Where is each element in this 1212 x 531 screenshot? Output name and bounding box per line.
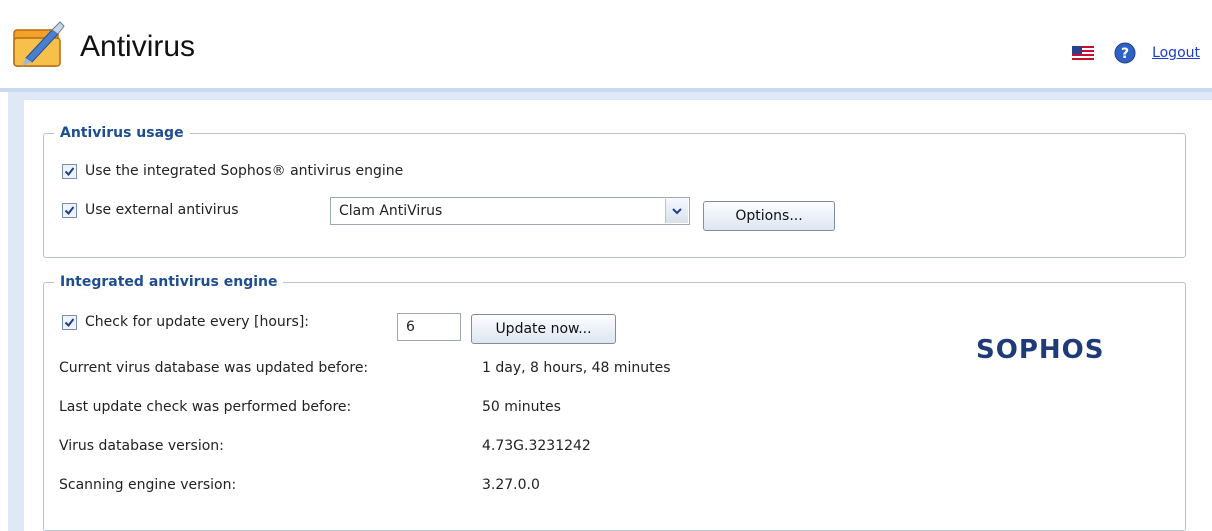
external-antivirus-selected: Clam AntiVirus [339, 203, 443, 219]
external-antivirus-checkbox[interactable] [62, 202, 77, 218]
us-flag-icon[interactable] [1072, 46, 1095, 60]
last-check-value: 50 minutes [482, 399, 561, 415]
options-button[interactable]: Options... [703, 201, 835, 231]
check-update-row: Check for update every [hours]: [62, 314, 309, 330]
integrated-engine-label: Use the integrated Sophos® antivirus eng… [85, 163, 404, 179]
content-inner: Antivirus usage Use the integrated Sopho… [24, 100, 1212, 531]
page-title: Antivirus [80, 30, 196, 63]
external-antivirus-row: Use external antivirus [62, 202, 239, 218]
help-icon[interactable]: ? [1114, 42, 1136, 64]
antivirus-app-icon [13, 21, 65, 67]
dropdown-arrow-icon[interactable] [665, 199, 688, 223]
checkbox-checked-icon [64, 317, 75, 327]
integrated-engine-legend: Integrated antivirus engine [60, 274, 278, 290]
check-update-checkbox[interactable] [62, 314, 77, 330]
engine-version-label: Scanning engine version: [59, 477, 237, 493]
db-updated-label: Current virus database was updated befor… [59, 360, 369, 376]
db-version-label: Virus database version: [59, 438, 224, 454]
sophos-logo: SOPHOS [976, 335, 1105, 365]
last-check-label: Last update check was performed before: [59, 399, 352, 415]
checkbox-checked-icon [64, 166, 75, 176]
engine-version-value: 3.27.0.0 [482, 477, 540, 493]
external-antivirus-label: Use external antivirus [85, 202, 239, 218]
external-antivirus-select[interactable]: Clam AntiVirus [330, 197, 690, 225]
update-now-button[interactable]: Update now... [471, 314, 616, 344]
db-version-value: 4.73G.3231242 [482, 438, 591, 454]
logout-link[interactable]: Logout [1152, 45, 1200, 61]
check-update-label: Check for update every [hours]: [85, 314, 309, 330]
page-header: Antivirus ? Logout [0, 0, 1212, 92]
db-updated-value: 1 day, 8 hours, 48 minutes [482, 360, 671, 376]
integrated-engine-checkbox[interactable] [62, 163, 77, 179]
content-panel: Antivirus usage Use the integrated Sopho… [8, 92, 1212, 531]
antivirus-usage-legend: Antivirus usage [60, 125, 184, 141]
antivirus-usage-group: Antivirus usage [43, 125, 1186, 258]
svg-text:?: ? [1121, 46, 1129, 62]
checkbox-checked-icon [64, 205, 75, 215]
integrated-engine-row: Use the integrated Sophos® antivirus eng… [62, 163, 403, 179]
update-hours-input[interactable]: 6 [397, 313, 461, 341]
